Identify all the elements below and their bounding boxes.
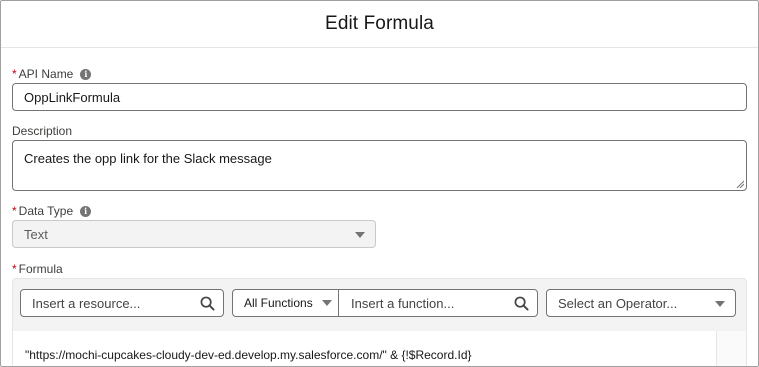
- function-picker: All Functions Insert a function...: [232, 289, 538, 317]
- api-name-label: * API Name i: [12, 67, 92, 81]
- function-placeholder: Insert a function...: [351, 295, 455, 311]
- operator-select[interactable]: Select an Operator...: [546, 289, 736, 317]
- data-type-value: Text: [24, 226, 48, 242]
- description-textarea[interactable]: Creates the opp link for the Slack messa…: [12, 140, 747, 191]
- formula-label: * Formula: [12, 262, 63, 276]
- info-icon[interactable]: i: [80, 205, 92, 217]
- resource-search-input[interactable]: Insert a resource...: [20, 289, 224, 317]
- api-name-value: OppLinkFormula: [24, 89, 121, 105]
- data-type-select: Text: [12, 220, 376, 248]
- info-icon[interactable]: i: [80, 68, 92, 80]
- functions-filter-value: All Functions: [244, 296, 313, 310]
- formula-expression: "https://mochi-cupcakes-cloudy-dev-ed.de…: [25, 348, 472, 362]
- formula-label-text: Formula: [18, 262, 63, 276]
- chevron-down-icon: [715, 301, 725, 307]
- description-value: Creates the opp link for the Slack messa…: [24, 151, 272, 166]
- description-label-text: Description: [12, 124, 73, 138]
- chevron-down-icon: [322, 300, 332, 306]
- chevron-down-icon: [355, 232, 365, 238]
- api-name-label-text: API Name: [18, 67, 74, 81]
- search-icon: [514, 296, 529, 311]
- editor-scroll-gutter[interactable]: [716, 331, 746, 366]
- formula-editor[interactable]: "https://mochi-cupcakes-cloudy-dev-ed.de…: [12, 331, 747, 366]
- description-label: Description: [12, 124, 72, 138]
- modal-title: Edit Formula: [325, 13, 434, 34]
- required-marker: *: [12, 67, 17, 81]
- search-icon: [200, 296, 215, 311]
- resource-placeholder: Insert a resource...: [32, 295, 141, 311]
- function-search-input[interactable]: Insert a function...: [340, 290, 537, 316]
- functions-filter-select[interactable]: All Functions: [233, 290, 339, 316]
- resize-handle-icon[interactable]: [736, 180, 744, 188]
- modal-header: Edit Formula: [1, 1, 758, 48]
- required-marker: *: [12, 204, 17, 218]
- api-name-input[interactable]: OppLinkFormula: [12, 83, 747, 111]
- required-marker: *: [12, 262, 17, 276]
- data-type-label-text: Data Type: [18, 204, 74, 218]
- edit-formula-modal: Edit Formula * API Name i OppLinkFormula…: [0, 0, 759, 367]
- operator-placeholder: Select an Operator...: [558, 295, 678, 311]
- data-type-label: * Data Type i: [12, 204, 92, 218]
